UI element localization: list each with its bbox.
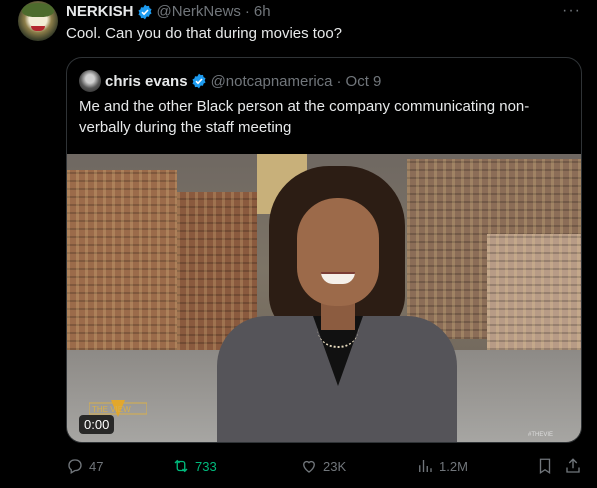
video-timestamp: 0:00 — [79, 415, 115, 434]
reply-button[interactable]: 47 — [66, 457, 103, 475]
quoted-author-name[interactable]: chris evans — [105, 73, 188, 90]
like-count: 23K — [323, 458, 347, 474]
views-button[interactable]: 1.2M — [416, 457, 468, 475]
bookmark-icon — [539, 458, 551, 475]
author-avatar[interactable] — [18, 1, 58, 41]
tweet-text: Cool. Can you do that during movies too? — [66, 25, 342, 42]
view-count: 1.2M — [439, 458, 468, 474]
quoted-date[interactable]: Oct 9 — [346, 73, 382, 90]
action-bar: 47 733 23K 1.2M — [66, 457, 582, 477]
repost-button[interactable]: 733 — [172, 457, 217, 475]
tweet-header: NERKISH @NerkNews · 6h — [66, 3, 271, 20]
more-options-icon[interactable]: ··· — [562, 2, 581, 20]
separator-dot: · — [336, 72, 342, 90]
quoted-avatar[interactable] — [79, 70, 101, 92]
tweet-age[interactable]: 6h — [254, 3, 271, 20]
heart-icon — [303, 460, 315, 473]
separator-dot: · — [244, 3, 250, 20]
like-button[interactable]: 23K — [300, 457, 346, 475]
share-icon — [566, 458, 580, 473]
avatar-mouth — [31, 26, 45, 31]
verified-badge-icon — [137, 4, 152, 19]
reply-icon — [68, 459, 82, 474]
bookmark-button[interactable] — [536, 457, 559, 475]
avatar-hair — [22, 3, 54, 17]
repost-count: 733 — [195, 458, 217, 474]
author-name[interactable]: NERKISH — [66, 3, 134, 20]
author-handle[interactable]: @NerkNews — [157, 3, 241, 20]
logo-text: THE VIEW — [92, 405, 131, 414]
background-building — [67, 170, 177, 350]
analytics-icon — [419, 460, 432, 472]
verified-badge-icon — [192, 73, 206, 89]
share-button[interactable] — [564, 457, 587, 475]
quoted-text: Me and the other Black person at the com… — [79, 98, 530, 136]
reply-count: 47 — [89, 458, 104, 474]
video-player[interactable]: THE VIEW 0:00 #THEVIE — [67, 154, 581, 442]
quoted-tweet[interactable]: chris evans @notcapnamerica · Oct 9 Me a… — [66, 57, 582, 443]
video-person — [217, 166, 457, 442]
repost-icon — [174, 459, 188, 473]
quoted-handle[interactable]: @notcapnamerica — [211, 73, 333, 90]
quoted-header: chris evans @notcapnamerica · Oct 9 — [79, 70, 381, 92]
video-watermark: #THEVIE — [527, 432, 553, 438]
